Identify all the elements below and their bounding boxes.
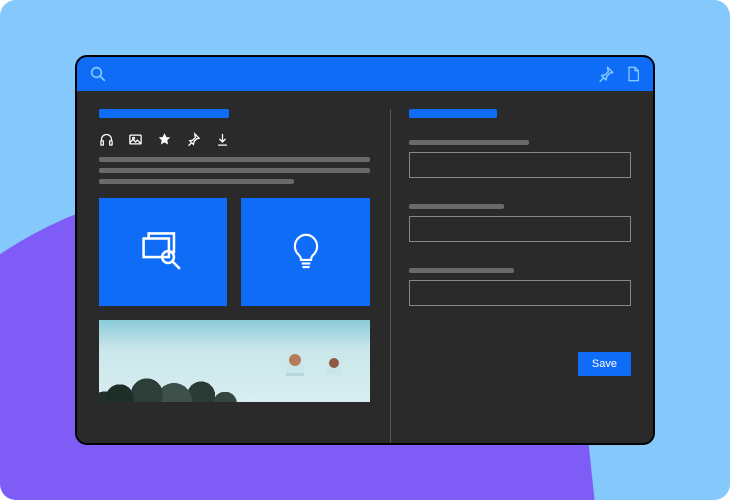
headphones-icon[interactable] xyxy=(99,132,114,147)
description-line xyxy=(99,179,294,184)
pin-icon[interactable] xyxy=(597,65,615,83)
form-row xyxy=(409,140,631,196)
window-body: Save xyxy=(77,91,653,443)
search-icon[interactable] xyxy=(89,65,107,83)
right-heading xyxy=(409,109,497,118)
document-icon[interactable] xyxy=(625,65,641,83)
left-panel xyxy=(77,109,391,443)
app-window: Save xyxy=(75,55,655,445)
left-toolbar xyxy=(99,132,370,147)
form-row xyxy=(409,268,631,324)
left-heading xyxy=(99,109,229,118)
pin-toolbar-icon[interactable] xyxy=(186,132,201,147)
photo-person xyxy=(329,358,339,368)
form-row xyxy=(409,204,631,260)
field-label xyxy=(409,268,514,273)
star-icon[interactable] xyxy=(157,132,172,147)
download-icon[interactable] xyxy=(215,132,230,147)
image-search-icon xyxy=(136,225,190,279)
description-line xyxy=(99,168,370,173)
save-row: Save xyxy=(409,352,631,376)
field-label xyxy=(409,140,529,145)
description-line xyxy=(99,157,370,162)
photo-card[interactable] xyxy=(99,320,370,402)
image-icon[interactable] xyxy=(128,132,143,147)
text-input-3[interactable] xyxy=(409,280,631,306)
tile-image-search[interactable] xyxy=(99,198,227,306)
field-label xyxy=(409,204,504,209)
photo-person xyxy=(289,354,301,366)
photo-rocks xyxy=(99,357,259,402)
tile-row xyxy=(99,198,370,306)
lightbulb-icon xyxy=(283,229,329,275)
right-panel: Save xyxy=(391,109,653,443)
app-background: Save xyxy=(0,0,730,500)
text-input-2[interactable] xyxy=(409,216,631,242)
titlebar xyxy=(77,57,653,91)
save-button[interactable]: Save xyxy=(578,352,631,376)
text-input-1[interactable] xyxy=(409,152,631,178)
tile-lightbulb[interactable] xyxy=(241,198,369,306)
